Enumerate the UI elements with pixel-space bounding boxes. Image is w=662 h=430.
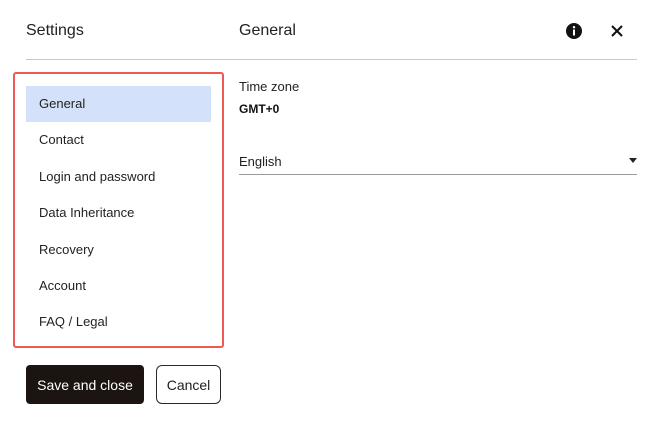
- sidebar-item-login-and-password[interactable]: Login and password: [26, 159, 211, 195]
- header-divider: [26, 59, 637, 60]
- sidebar-item-contact[interactable]: Contact: [26, 122, 211, 158]
- page-title: General: [239, 22, 296, 39]
- sidebar-item-faq-legal[interactable]: FAQ / Legal: [26, 304, 211, 340]
- sidebar-item-data-inheritance[interactable]: Data Inheritance: [26, 195, 211, 231]
- close-icon: [611, 25, 623, 37]
- timezone-label: Time zone: [239, 79, 300, 94]
- language-select[interactable]: English: [239, 148, 637, 175]
- caret-down-icon: [629, 158, 637, 163]
- timezone-value: GMT+0: [239, 102, 280, 116]
- language-select-value: English: [239, 154, 282, 169]
- sidebar-item-general[interactable]: General: [26, 86, 211, 122]
- sidebar-item-account[interactable]: Account: [26, 268, 211, 304]
- cancel-button[interactable]: Cancel: [156, 365, 221, 404]
- info-button[interactable]: [565, 22, 583, 40]
- sidebar-item-recovery[interactable]: Recovery: [26, 232, 211, 268]
- sidebar-nav: General Contact Login and password Data …: [26, 86, 211, 341]
- info-icon: [566, 23, 582, 39]
- settings-title: Settings: [26, 22, 84, 39]
- settings-dialog: Settings General General Contact Login a…: [0, 0, 662, 430]
- save-and-close-button[interactable]: Save and close: [26, 365, 144, 404]
- close-button[interactable]: [608, 22, 626, 40]
